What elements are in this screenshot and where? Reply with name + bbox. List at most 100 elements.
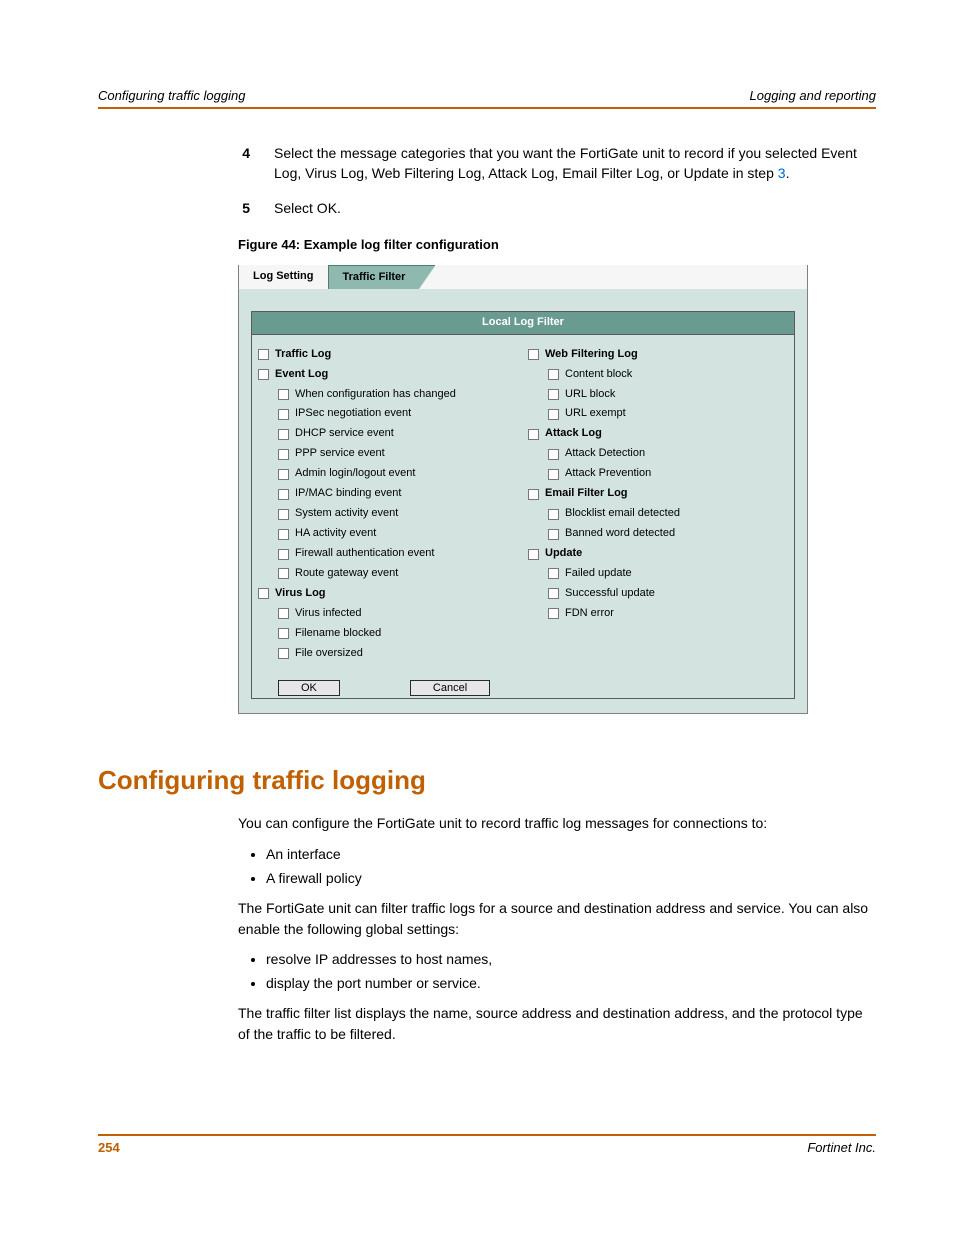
checkbox-icon[interactable] — [278, 608, 289, 619]
checkbox-icon[interactable] — [258, 369, 269, 380]
checkbox-icon[interactable] — [548, 409, 559, 420]
checkbox-label: When configuration has changed — [295, 387, 456, 403]
checkbox-label: Firewall authentication event — [295, 546, 434, 562]
main-content: 4 Select the message categories that you… — [238, 143, 878, 1044]
tab-traffic-filter[interactable]: Traffic Filter — [328, 265, 420, 289]
checkbox-row: When configuration has changed — [278, 385, 518, 405]
checkbox-row: DHCP service event — [278, 424, 518, 444]
checkbox-label: File oversized — [295, 646, 363, 662]
checkbox-row: Route gateway event — [278, 564, 518, 584]
checkbox-icon[interactable] — [548, 389, 559, 400]
step-item: 4 Select the message categories that you… — [238, 143, 878, 184]
checkbox-icon[interactable] — [258, 588, 269, 599]
checkbox-label: System activity event — [295, 506, 398, 522]
checkbox-label: Route gateway event — [295, 566, 398, 582]
section-heading: Configuring traffic logging — [98, 762, 878, 800]
checkbox-label: Virus Log — [275, 586, 326, 602]
checkbox-icon[interactable] — [528, 549, 539, 560]
checkbox-row: Virus Log — [258, 584, 518, 604]
body-paragraph: The traffic filter list displays the nam… — [238, 1003, 878, 1044]
footer-company: Fortinet Inc. — [807, 1140, 876, 1155]
list-item: display the port number or service. — [266, 973, 878, 993]
checkbox-label: Traffic Log — [275, 347, 331, 363]
figure-caption: Figure 44: Example log filter configurat… — [238, 236, 878, 255]
filter-title: Local Log Filter — [252, 312, 794, 335]
checkbox-icon[interactable] — [278, 529, 289, 540]
checkbox-icon[interactable] — [278, 628, 289, 639]
checkbox-icon[interactable] — [548, 608, 559, 619]
checkbox-row: Event Log — [258, 365, 518, 385]
tab-bar: Log Setting Traffic Filter — [239, 265, 807, 289]
step-number: 4 — [238, 143, 250, 184]
checkbox-icon[interactable] — [548, 469, 559, 480]
checkbox-row: IPSec negotiation event — [278, 404, 518, 424]
checkbox-icon[interactable] — [278, 648, 289, 659]
checkbox-icon[interactable] — [548, 529, 559, 540]
checkbox-label: Update — [545, 546, 582, 562]
checkbox-row: URL block — [548, 385, 788, 405]
checkbox-label: Web Filtering Log — [545, 347, 638, 363]
checkbox-icon[interactable] — [278, 489, 289, 500]
checkbox-row: Content block — [548, 365, 788, 385]
checkbox-row: URL exempt — [548, 404, 788, 424]
checkbox-row: Email Filter Log — [528, 484, 788, 504]
checkbox-row: Successful update — [548, 584, 788, 604]
checkbox-icon[interactable] — [278, 429, 289, 440]
body-paragraph: The FortiGate unit can filter traffic lo… — [238, 898, 878, 939]
checkbox-label: FDN error — [565, 606, 614, 622]
checkbox-label: Banned word detected — [565, 526, 675, 542]
checkbox-icon[interactable] — [278, 509, 289, 520]
checkbox-icon[interactable] — [278, 549, 289, 560]
checkbox-row: Admin login/logout event — [278, 464, 518, 484]
checkbox-icon[interactable] — [528, 429, 539, 440]
checkbox-icon[interactable] — [278, 469, 289, 480]
checkbox-icon[interactable] — [548, 509, 559, 520]
checkbox-label: Attack Detection — [565, 446, 645, 462]
checkbox-icon[interactable] — [278, 409, 289, 420]
step-link[interactable]: 3 — [778, 165, 786, 181]
checkbox-row: Virus infected — [278, 604, 518, 624]
checkbox-row: Update — [528, 544, 788, 564]
header-chapter-title: Logging and reporting — [750, 88, 877, 103]
checkbox-row: HA activity event — [278, 524, 518, 544]
checkbox-label: Email Filter Log — [545, 486, 628, 502]
page-number: 254 — [98, 1140, 120, 1155]
checkbox-row: Attack Log — [528, 424, 788, 444]
checkbox-icon[interactable] — [278, 389, 289, 400]
list-item: A firewall policy — [266, 868, 878, 888]
page-footer: 254 Fortinet Inc. — [98, 1134, 876, 1155]
checkbox-row: FDN error — [548, 604, 788, 624]
checkbox-row: Firewall authentication event — [278, 544, 518, 564]
checkbox-icon[interactable] — [258, 349, 269, 360]
filter-column-right: Web Filtering LogContent blockURL blockU… — [528, 345, 788, 664]
checkbox-row: Banned word detected — [548, 524, 788, 544]
cancel-button[interactable]: Cancel — [410, 680, 490, 696]
body-paragraph: You can configure the FortiGate unit to … — [238, 813, 878, 833]
checkbox-icon[interactable] — [548, 449, 559, 460]
checkbox-icon[interactable] — [528, 489, 539, 500]
checkbox-label: Content block — [565, 367, 632, 383]
checkbox-label: IPSec negotiation event — [295, 406, 411, 422]
checkbox-icon[interactable] — [548, 568, 559, 579]
checkbox-row: Attack Detection — [548, 444, 788, 464]
checkbox-row: System activity event — [278, 504, 518, 524]
ok-button[interactable]: OK — [278, 680, 340, 696]
step-number: 5 — [238, 198, 250, 218]
checkbox-icon[interactable] — [548, 369, 559, 380]
checkbox-label: PPP service event — [295, 446, 385, 462]
checkbox-label: Attack Prevention — [565, 466, 651, 482]
checkbox-label: Attack Log — [545, 426, 602, 442]
filter-box: Local Log Filter Traffic Log Event Log Whe… — [251, 311, 795, 699]
checkbox-icon[interactable] — [278, 568, 289, 579]
step-item: 5 Select OK. — [238, 198, 878, 218]
button-row: OK Cancel — [252, 672, 794, 698]
tab-log-setting[interactable]: Log Setting — [239, 265, 328, 289]
checkbox-row: Web Filtering Log — [528, 345, 788, 365]
checkbox-row: Failed update — [548, 564, 788, 584]
checkbox-row: IP/MAC binding event — [278, 484, 518, 504]
checkbox-icon[interactable] — [528, 349, 539, 360]
checkbox-label: DHCP service event — [295, 426, 394, 442]
checkbox-icon[interactable] — [278, 449, 289, 460]
checkbox-label: Filename blocked — [295, 626, 381, 642]
checkbox-icon[interactable] — [548, 588, 559, 599]
